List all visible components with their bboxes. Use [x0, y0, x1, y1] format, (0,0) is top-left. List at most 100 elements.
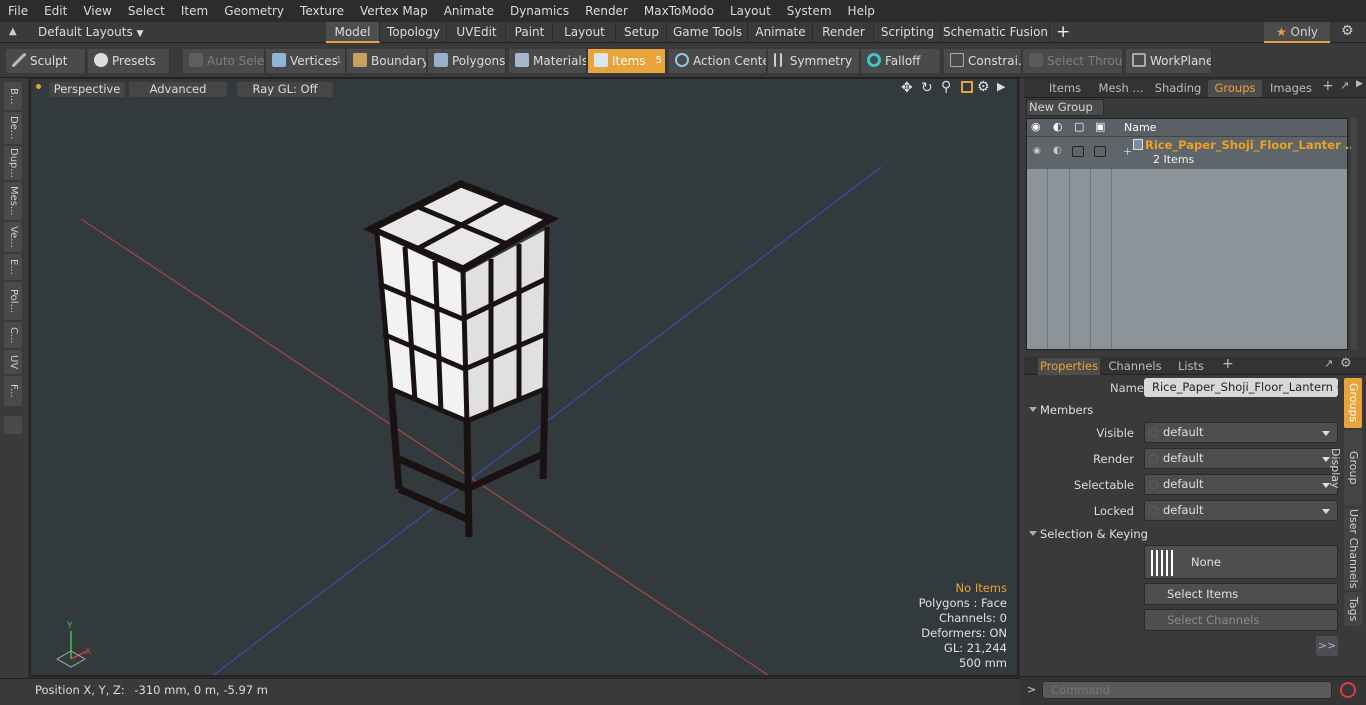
menu-maxtomodo[interactable]: MaxToModo	[636, 4, 722, 18]
menu-animate[interactable]: Animate	[436, 4, 502, 18]
menu-layout[interactable]: Layout	[722, 4, 779, 18]
tab-paint[interactable]: Paint	[507, 22, 553, 43]
only-toggle[interactable]: ★ Only	[1264, 22, 1330, 43]
menu-render[interactable]: Render	[577, 4, 636, 18]
left-tab-edge[interactable]: E...	[4, 254, 22, 280]
falloff-button[interactable]: Falloff	[861, 49, 941, 73]
left-tab-polygon[interactable]: Pol...	[4, 282, 22, 320]
side-tab-tags[interactable]: Tags	[1344, 592, 1362, 626]
tab-shading[interactable]: Shading	[1150, 80, 1206, 97]
tab-lists[interactable]: Lists	[1170, 358, 1212, 375]
group-row[interactable]: ◉ ◐ + Rice_Paper_Shoji_Floor_Lanter ... …	[1027, 137, 1358, 169]
materials-button[interactable]: Materials	[509, 49, 587, 73]
symmetry-button[interactable]: Symmetry	[768, 49, 860, 73]
shading-mode-button[interactable]: Advanced	[129, 82, 227, 97]
select-channels-button[interactable]: Select Channels	[1144, 609, 1338, 631]
expand-panel-icon[interactable]: ↗	[1340, 79, 1349, 92]
menu-item[interactable]: Item	[173, 4, 216, 18]
expand-row-icon[interactable]: +	[1123, 145, 1132, 158]
group-list-scrollbar[interactable]	[1351, 118, 1357, 350]
menu-help[interactable]: Help	[840, 4, 883, 18]
left-tab-deform[interactable]: De...	[4, 112, 22, 144]
more-button[interactable]: >>	[1316, 636, 1338, 656]
tab-items[interactable]: Items	[1038, 80, 1092, 97]
record-icon[interactable]	[1340, 682, 1356, 698]
raygl-button[interactable]: Ray GL: Off	[237, 82, 333, 97]
left-tab-vertex[interactable]: Ve...	[4, 222, 22, 252]
group-name-field[interactable]: Rice_Paper_Shoji_Floor_Lantern (3)	[1144, 378, 1338, 397]
gear-icon[interactable]: ⚙	[1341, 23, 1354, 39]
viewport-gear-icon[interactable]: ⚙	[977, 79, 990, 95]
add-tab-icon[interactable]: +	[1322, 78, 1334, 94]
properties-gear-icon[interactable]: ⚙	[1340, 356, 1352, 371]
side-tab-group-display[interactable]: Group Display	[1329, 430, 1362, 506]
menu-dynamics[interactable]: Dynamics	[502, 4, 577, 18]
side-tab-user-channels[interactable]: User Channels	[1344, 508, 1362, 590]
sculpt-button[interactable]: Sculpt	[6, 49, 86, 73]
menu-edit[interactable]: Edit	[36, 4, 75, 18]
vertices-button[interactable]: Vertices 1	[266, 49, 346, 73]
left-tab-fusion[interactable]: F...	[4, 376, 22, 406]
locked-dropdown[interactable]: default	[1144, 500, 1338, 521]
select-through-button[interactable]: Select Through	[1023, 49, 1123, 73]
items-button[interactable]: Items 5	[588, 49, 666, 73]
menu-vertex-map[interactable]: Vertex Map	[352, 4, 436, 18]
menu-file[interactable]: File	[0, 4, 36, 18]
none-button[interactable]: None	[1144, 545, 1338, 579]
render-dropdown[interactable]: default	[1144, 448, 1338, 469]
3d-viewport[interactable]: Y X Perspective Advanced Ray GL: Off ✥ ↻…	[30, 78, 1018, 676]
tab-channels[interactable]: Channels	[1104, 358, 1166, 375]
panel-more-icon[interactable]: ▶	[1356, 79, 1363, 89]
row-select-checkbox[interactable]	[1094, 146, 1106, 157]
tab-mesh[interactable]: Mesh ...	[1094, 80, 1148, 97]
tab-images[interactable]: Images	[1264, 80, 1318, 97]
add-properties-tab-icon[interactable]: +	[1222, 356, 1234, 372]
presets-button[interactable]: Presets	[88, 49, 170, 73]
tab-topology[interactable]: Topology	[381, 22, 447, 43]
layout-expand-icon[interactable]: ▲	[9, 26, 17, 37]
row-visibility-icon[interactable]: ◉	[1033, 146, 1041, 156]
zoom-view-icon[interactable]: ⚲	[941, 79, 951, 95]
left-tab-basic[interactable]: B...	[4, 82, 22, 110]
tab-groups[interactable]: Groups	[1208, 80, 1262, 97]
tab-render[interactable]: Render	[814, 22, 874, 43]
expand-properties-icon[interactable]: ↗	[1324, 357, 1333, 370]
left-tab-uv[interactable]: UV	[4, 350, 22, 374]
visible-dropdown[interactable]: default	[1144, 422, 1338, 443]
row-render-icon[interactable]: ◐	[1053, 145, 1062, 156]
polygons-button[interactable]: Polygons	[428, 49, 506, 73]
tab-layout[interactable]: Layout	[554, 22, 616, 43]
menu-system[interactable]: System	[779, 4, 840, 18]
name-column-header[interactable]: Name	[1124, 121, 1156, 134]
layouts-dropdown[interactable]: Default Layouts ▼	[38, 25, 143, 39]
fit-view-icon[interactable]	[961, 81, 973, 93]
rotate-view-icon[interactable]: ↻	[921, 80, 933, 96]
tab-schematic-fusion[interactable]: Schematic Fusion	[942, 22, 1050, 43]
selection-keying-section[interactable]: Selection & Keying	[1026, 525, 1344, 543]
selectable-dropdown[interactable]: default	[1144, 474, 1338, 495]
members-section[interactable]: Members	[1026, 401, 1344, 419]
tab-uvedit[interactable]: UVEdit	[448, 22, 506, 43]
auto-select-button[interactable]: Auto Select	[183, 49, 265, 73]
left-tab-duplicate[interactable]: Dup...	[4, 146, 22, 180]
menu-view[interactable]: View	[75, 4, 119, 18]
side-tab-groups[interactable]: Groups	[1344, 378, 1362, 428]
render-column-icon[interactable]: ◐	[1053, 120, 1063, 133]
select-column-icon[interactable]: ▣	[1095, 120, 1105, 133]
visibility-column-icon[interactable]: ◉	[1031, 120, 1041, 133]
constraints-button[interactable]: Constrai...	[944, 49, 1022, 73]
view-type-button[interactable]: Perspective	[49, 82, 125, 97]
tab-animate[interactable]: Animate	[749, 22, 813, 43]
tab-properties[interactable]: Properties	[1038, 358, 1100, 375]
left-tab-extra[interactable]	[4, 416, 22, 434]
tab-setup[interactable]: Setup	[617, 22, 667, 43]
move-view-icon[interactable]: ✥	[901, 80, 913, 96]
menu-select[interactable]: Select	[120, 4, 173, 18]
menu-texture[interactable]: Texture	[292, 4, 352, 18]
workplane-button[interactable]: WorkPlane	[1126, 49, 1212, 73]
boundary-button[interactable]: Boundary	[347, 49, 427, 73]
tab-game-tools[interactable]: Game Tools	[668, 22, 748, 43]
select-items-button[interactable]: Select Items	[1144, 583, 1338, 605]
row-lock-checkbox[interactable]	[1072, 146, 1084, 157]
add-tab-icon[interactable]: +	[1056, 22, 1070, 42]
